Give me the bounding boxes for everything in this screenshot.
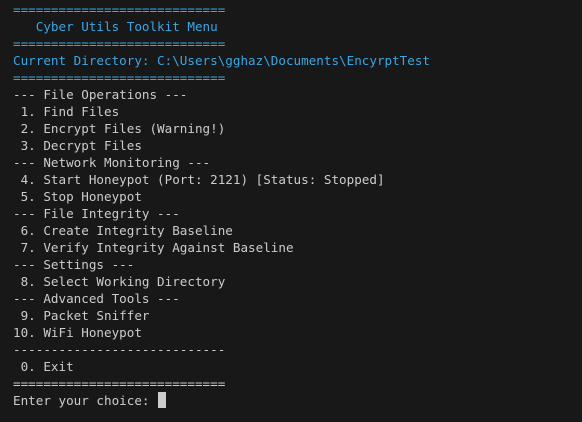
menu-item-packet-sniffer: 9. Packet Sniffer xyxy=(13,308,150,323)
menu-title: Cyber Utils Toolkit Menu xyxy=(13,19,218,34)
header-rule-bottom: ============================ xyxy=(13,70,226,85)
menu-item-verify-integrity: 7. Verify Integrity Against Baseline xyxy=(13,240,294,255)
menu-rule-end: ============================ xyxy=(13,376,226,391)
section-header-settings: --- Settings --- xyxy=(13,257,135,272)
section-header-file-operations: --- File Operations --- xyxy=(13,87,188,102)
current-directory: Current Directory: C:\Users\gghaz\Docume… xyxy=(13,53,431,68)
menu-item-start-honeypot: 4. Start Honeypot (Port: 2121) [Status: … xyxy=(13,172,385,187)
section-header-file-integrity: --- File Integrity --- xyxy=(13,206,180,221)
text-cursor[interactable] xyxy=(158,392,167,408)
terminal-window[interactable]: ============================ Cyber Utils… xyxy=(0,0,582,422)
menu-item-stop-honeypot: 5. Stop Honeypot xyxy=(13,189,142,204)
section-header-network-monitoring: --- Network Monitoring --- xyxy=(13,155,211,170)
menu-item-exit: 0. Exit xyxy=(13,359,74,374)
prompt-text: Enter your choice: xyxy=(13,393,158,408)
section-header-advanced-tools: --- Advanced Tools --- xyxy=(13,291,180,306)
menu-item-select-directory: 8. Select Working Directory xyxy=(13,274,226,289)
menu-separator: ---------------------------- xyxy=(13,342,226,357)
menu-item-create-baseline: 6. Create Integrity Baseline xyxy=(13,223,233,238)
header-rule-mid: ============================ xyxy=(13,36,226,51)
menu-item-encrypt-files: 2. Encrypt Files (Warning!) xyxy=(13,121,226,136)
header-rule-top: ============================ xyxy=(13,2,226,17)
menu-item-decrypt-files: 3. Decrypt Files xyxy=(13,138,142,153)
menu-item-find-files: 1. Find Files xyxy=(13,104,120,119)
input-prompt-line[interactable]: Enter your choice: xyxy=(13,392,582,409)
menu-item-wifi-honeypot: 10. WiFi Honeypot xyxy=(13,325,142,340)
